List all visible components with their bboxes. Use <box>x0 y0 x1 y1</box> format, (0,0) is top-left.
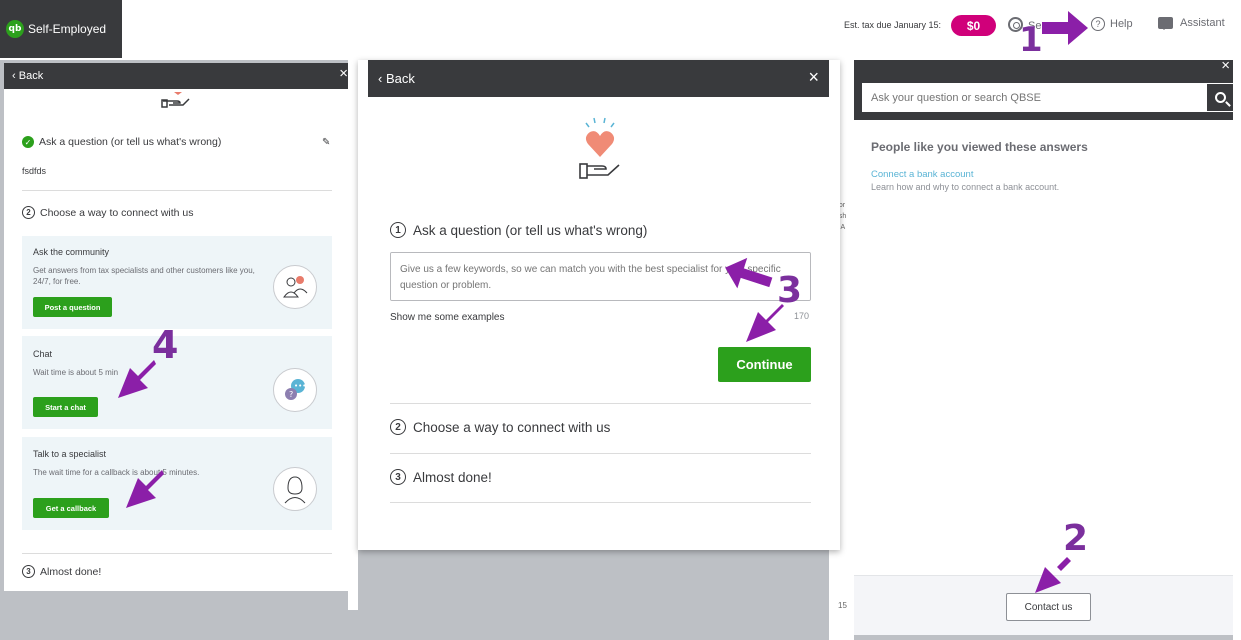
card-description: Get answers from tax specialists and oth… <box>33 266 255 286</box>
heart-hand-icon <box>579 117 620 179</box>
est-tax-badge[interactable]: $0 <box>951 15 996 36</box>
annotation-arrow-icon <box>1035 557 1071 593</box>
connect-bank-account-link[interactable]: Connect a bank account <box>871 169 973 180</box>
back-button[interactable]: ‹ Back <box>12 70 43 82</box>
annotation-arrow-icon <box>126 470 164 508</box>
step-1-label: Ask a question (or tell us what's wrong) <box>39 136 222 148</box>
divider <box>390 502 811 503</box>
background-content <box>348 60 358 610</box>
search-icon <box>1215 92 1226 103</box>
step-2-number: 2 <box>22 206 35 219</box>
step-3-row: 3 Almost done! <box>22 565 101 578</box>
check-circle-icon: ✓ <box>22 136 34 148</box>
help-search-input[interactable] <box>862 83 1206 112</box>
community-people-icon <box>273 265 317 309</box>
step-1-answer: fsdfds <box>22 166 47 176</box>
search-header: × <box>854 60 1233 120</box>
quickbooks-logo-icon: qb <box>6 20 24 38</box>
assistant-button[interactable]: Assistant <box>1158 17 1225 30</box>
card-title: Ask the community <box>33 247 110 257</box>
svg-text:?: ? <box>289 390 293 399</box>
card-specialist: Talk to a specialist The wait time for a… <box>22 437 332 530</box>
card-community: Ask the community Get answers from tax s… <box>22 236 332 329</box>
step-2-label: Choose a way to connect with us <box>40 206 194 219</box>
close-icon[interactable]: × <box>808 67 819 88</box>
assistant-label: Assistant <box>1180 17 1225 29</box>
svg-text:•••: ••• <box>294 382 306 390</box>
divider <box>390 403 811 404</box>
step-3-label: Almost done! <box>413 469 492 485</box>
close-icon[interactable]: × <box>1221 60 1230 74</box>
step-3-number: 3 <box>390 469 406 485</box>
step-1-row: 1 Ask a question (or tell us what's wron… <box>390 222 647 238</box>
card-title: Talk to a specialist <box>33 449 107 459</box>
annotation-number-2: 2 <box>1063 518 1089 559</box>
pencil-edit-icon[interactable]: ✎ <box>322 137 330 148</box>
start-chat-button[interactable]: Start a chat <box>33 397 98 417</box>
post-question-button[interactable]: Post a question <box>33 297 112 317</box>
divider <box>390 453 811 454</box>
show-examples-link[interactable]: Show me some examples <box>390 312 505 323</box>
right-help-panel: × People like you viewed these answers C… <box>854 60 1233 635</box>
step-3-label: Almost done! <box>40 565 102 578</box>
card-title: Chat <box>33 349 53 359</box>
help-label: Help <box>1110 18 1133 30</box>
est-tax-label: Est. tax due January 15: <box>844 20 942 30</box>
annotation-arrow-icon <box>118 360 156 398</box>
close-icon[interactable]: × <box>339 65 348 82</box>
search-button[interactable] <box>1206 83 1233 112</box>
continue-button[interactable]: Continue <box>718 347 811 382</box>
divider <box>22 190 332 191</box>
step-2-label: Choose a way to connect with us <box>413 419 611 435</box>
divider <box>22 553 332 554</box>
step-2-number: 2 <box>390 419 406 435</box>
character-count: 170 <box>794 311 810 321</box>
step-2-row[interactable]: 2 Choose a way to connect with us <box>390 419 610 435</box>
suggested-answers-heading: People like you viewed these answers <box>871 140 1088 154</box>
chat-bubbles-icon: ? ••• <box>273 368 317 412</box>
back-button[interactable]: ‹ Back <box>378 71 415 86</box>
background-content <box>1233 60 1241 640</box>
get-callback-button[interactable]: Get a callback <box>33 498 109 518</box>
hand-icon <box>161 92 190 108</box>
help-button[interactable]: ? Help <box>1091 17 1133 31</box>
annotation-arrow-icon <box>1042 11 1088 45</box>
background-text: 15 <box>838 601 847 610</box>
step-1-number: 1 <box>390 222 406 238</box>
specialist-avatar-icon <box>273 467 317 511</box>
panel-header: ‹ Back × <box>368 60 829 97</box>
link-description: Learn how and why to connect a bank acco… <box>871 182 1060 192</box>
annotation-arrow-icon <box>746 304 784 342</box>
annotation-arrow-icon <box>725 257 773 289</box>
brand[interactable]: qb Self-Employed <box>0 0 122 58</box>
step-1-row: ✓ Ask a question (or tell us what's wron… <box>22 136 221 148</box>
step-3-row[interactable]: 3 Almost done! <box>390 469 492 485</box>
step-2-row: 2 Choose a way to connect with us <box>22 206 194 219</box>
question-circle-icon: ? <box>1091 17 1105 31</box>
step-3-number: 3 <box>22 565 35 578</box>
panel-header: ‹ Back × <box>4 63 348 89</box>
app-name: Self-Employed <box>28 22 107 36</box>
chat-bubble-icon <box>1158 17 1173 30</box>
step-1-label: Ask a question (or tell us what's wrong) <box>413 222 648 238</box>
